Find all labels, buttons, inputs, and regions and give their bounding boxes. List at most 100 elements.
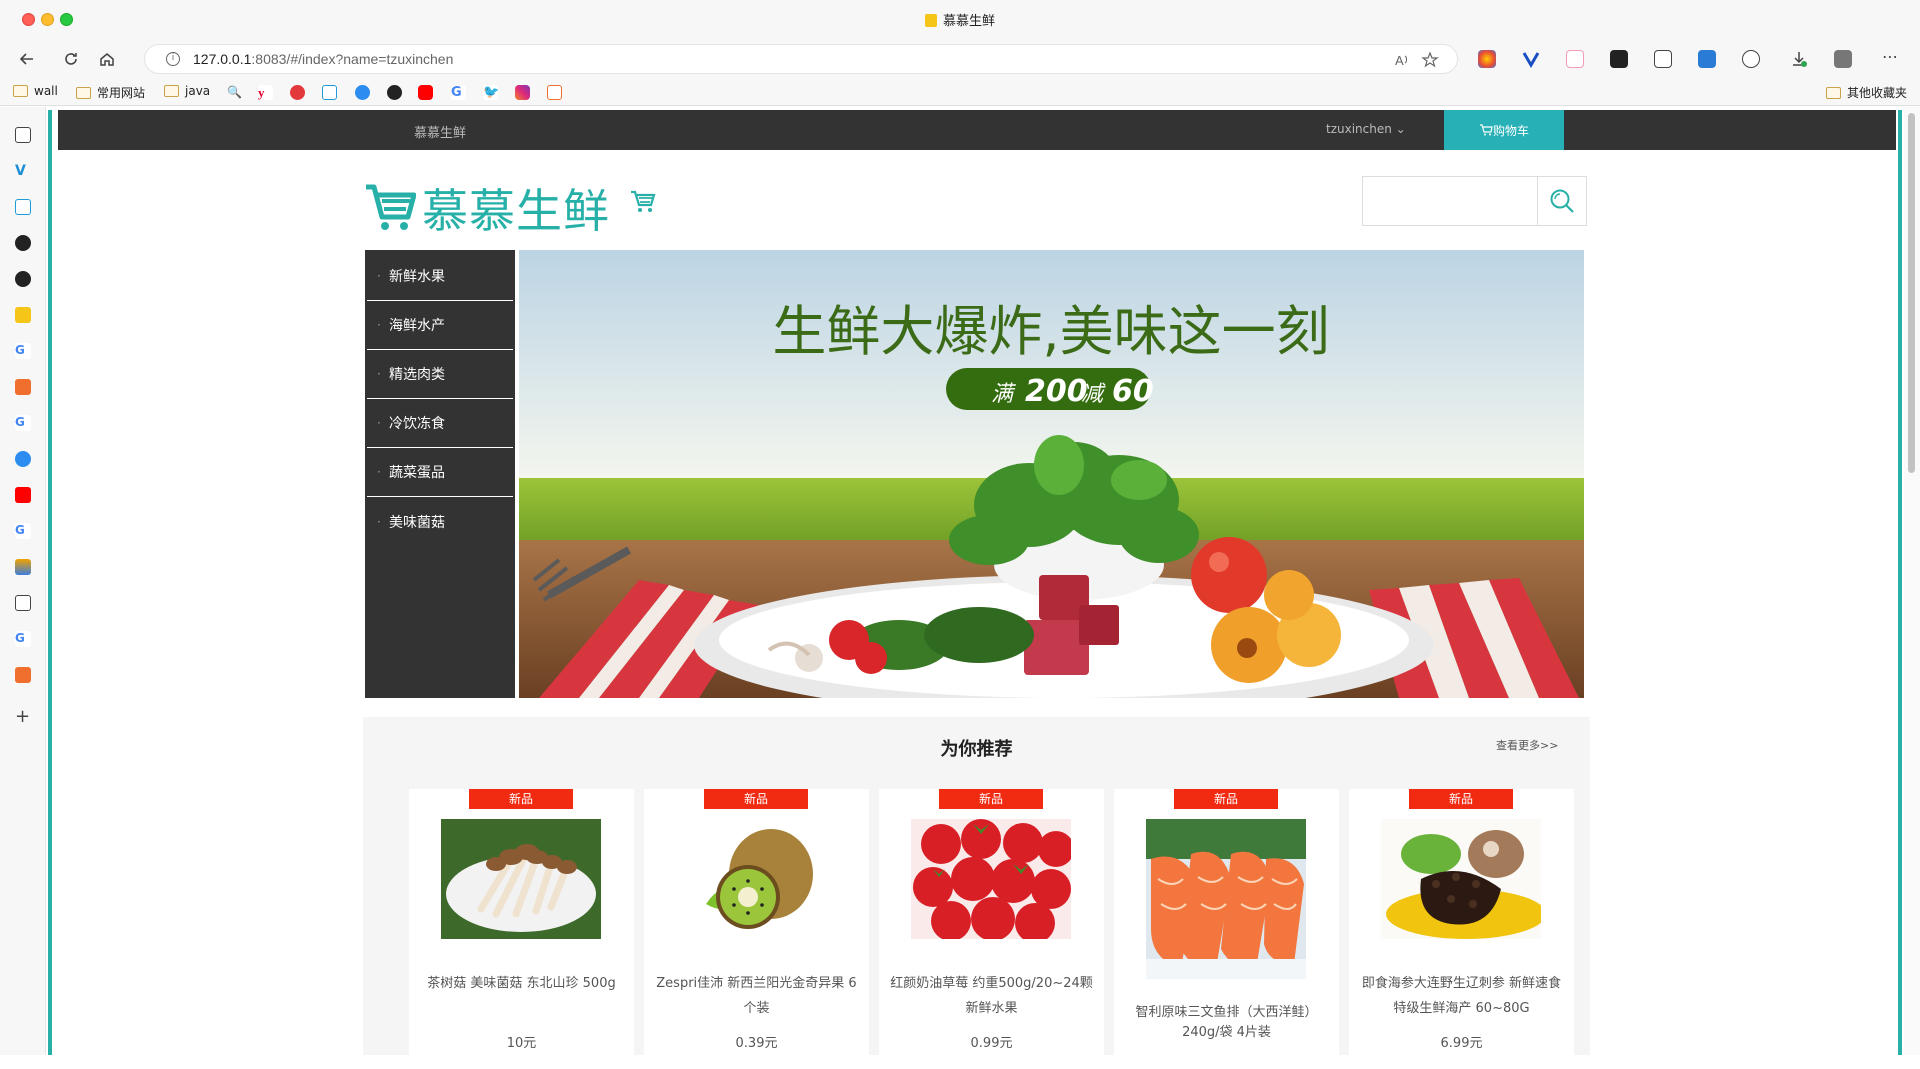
sidebar-bilibili-icon[interactable] — [15, 199, 31, 215]
new-badge: 新品 — [1409, 789, 1513, 809]
recommend-section: 为你推荐 查看更多>> 新品 茶树菇 美味菌菇 东北山珍 500g 10元 新品… — [363, 717, 1590, 1069]
bookmark-weibo-icon[interactable] — [290, 85, 305, 100]
back-button[interactable] — [14, 46, 40, 72]
bookmark-search-icon[interactable]: 🔍 — [227, 85, 242, 100]
sidebar-stack-icon[interactable] — [15, 559, 31, 575]
sidebar-google-icon-4[interactable]: G — [15, 631, 31, 647]
bookmark-bilibili-icon[interactable] — [322, 85, 337, 100]
product-card[interactable]: 新品 Zespri佳沛 新西兰阳光金奇异果 6个装 0.39元 — [644, 789, 869, 1069]
sidebar-cloud-icon[interactable] — [15, 451, 31, 467]
search-button[interactable] — [1537, 176, 1587, 226]
url-path: :8083/#/index?name=tzuxinchen — [251, 51, 454, 67]
category-meat[interactable]: 精选肉类 — [367, 350, 513, 399]
browser-toolbar: i 127.0.0.1:8083/#/index?name=tzuxinchen… — [0, 40, 1920, 78]
product-name[interactable]: Zespri佳沛 新西兰阳光金奇异果 6个装 — [652, 971, 861, 1021]
add-tab-icon[interactable]: + — [15, 708, 31, 726]
bookmark-instagram-icon[interactable] — [515, 85, 530, 100]
bookmarks-bar: wall 常用网站 java 🔍 y G 🐦 其他收藏夹 — [0, 78, 1920, 106]
bookmark-folder-common[interactable]: 常用网站 — [76, 84, 145, 101]
collections-icon[interactable] — [1654, 50, 1672, 68]
reload-icon — [65, 53, 77, 65]
extension-s-icon[interactable] — [1698, 50, 1716, 68]
category-vegetables-eggs[interactable]: 蔬菜蛋品 — [367, 448, 513, 497]
folder-icon — [76, 86, 91, 99]
sidebar-github-icon-2[interactable] — [15, 271, 31, 287]
cart-button[interactable]: 购物车 — [1444, 110, 1564, 150]
bookmark-y-icon[interactable]: y — [258, 85, 273, 100]
site-logo[interactable]: 慕慕生鲜 — [364, 180, 610, 238]
recommend-title: 为你推荐 — [940, 739, 1013, 760]
sidebar-github-icon[interactable] — [15, 235, 31, 251]
favorite-star-icon[interactable] — [1421, 51, 1439, 69]
profile-avatar[interactable] — [1834, 50, 1852, 68]
sidebar-google-icon[interactable]: G — [15, 343, 31, 359]
window-title: 慕慕生鲜 — [0, 10, 1920, 29]
product-card[interactable]: 新品 茶树菇 美味菌菇 东北山珍 500g 10元 — [409, 789, 634, 1069]
view-more-link[interactable]: 查看更多>> — [1496, 737, 1558, 753]
extension-store-icon[interactable] — [1610, 50, 1628, 68]
sidebar-google-icon-2[interactable]: G — [15, 415, 31, 431]
more-menu-icon[interactable]: ⋯ — [1882, 47, 1898, 66]
extensions-puzzle-icon[interactable] — [1742, 50, 1760, 68]
extension-color-icon[interactable] — [1478, 50, 1496, 68]
downloads-icon[interactable] — [1790, 50, 1808, 68]
extension-v-icon[interactable] — [1522, 50, 1540, 68]
bookmark-label: 其他收藏夹 — [1847, 86, 1908, 100]
folder-icon — [1826, 86, 1841, 99]
product-name[interactable]: 即食海参大连野生辽刺参 新鲜速食 特级生鲜海产 60~80G — [1357, 971, 1566, 1021]
logo-text: 慕慕生鲜 — [422, 184, 610, 238]
read-aloud-icon[interactable]: A — [1393, 51, 1411, 69]
bookmark-folder-wall[interactable]: wall — [13, 84, 58, 98]
new-badge: 新品 — [939, 789, 1043, 809]
address-bar[interactable]: i 127.0.0.1:8083/#/index?name=tzuxinchen… — [144, 44, 1458, 74]
site-top-nav: 慕慕生鲜 tzuxinchen ⌄ 购物车 — [58, 110, 1896, 150]
new-badge: 新品 — [704, 789, 808, 809]
mini-cart-icon[interactable] — [630, 190, 656, 218]
product-price: 10元 — [506, 1036, 537, 1051]
page-right-border — [1898, 110, 1902, 1055]
category-mushroom[interactable]: 美味菌菇 — [367, 497, 513, 546]
user-menu[interactable]: tzuxinchen ⌄ — [1326, 122, 1406, 136]
top-nav-brand[interactable]: 慕慕生鲜 — [414, 122, 466, 141]
scrollbar-thumb[interactable] — [1908, 113, 1915, 473]
tab-actions-icon[interactable] — [15, 127, 31, 143]
home-icon — [100, 53, 114, 66]
product-card[interactable]: 新品 智利原味三文鱼排（大西洋鲑）240g/袋 4片装 — [1114, 789, 1339, 1069]
bookmark-code-icon[interactable] — [547, 85, 562, 100]
bookmark-github-icon[interactable] — [387, 85, 402, 100]
sidebar-google-icon-3[interactable]: G — [15, 523, 31, 539]
sidebar-active-tab-icon[interactable] — [15, 307, 31, 323]
category-fruit[interactable]: 新鲜水果 — [367, 252, 513, 301]
site-info-icon[interactable]: i — [166, 52, 180, 66]
bookmark-youtube-icon[interactable] — [418, 85, 433, 100]
sidebar-c-icon[interactable] — [15, 379, 31, 395]
banner-promo-discount: 60 — [1112, 374, 1154, 409]
product-card[interactable]: 新品 即食海参大连野生辽刺参 新鲜速食 特级生鲜海产 60~80G 6.99元 — [1349, 789, 1574, 1069]
bookmark-folder-java[interactable]: java — [164, 84, 210, 98]
sidebar-document-icon[interactable] — [15, 595, 31, 611]
product-name[interactable]: 茶树菇 美味菌菇 东北山珍 500g — [417, 971, 626, 996]
bookmark-cloud-icon[interactable] — [355, 85, 370, 100]
bookmark-google-icon[interactable]: G — [451, 85, 466, 100]
url-text[interactable]: 127.0.0.1:8083/#/index?name=tzuxinchen — [193, 51, 453, 67]
promo-banner[interactable]: 生鲜大爆炸,美味这一刻 满 200 减 60 — [519, 250, 1584, 698]
browser-vertical-sidebar: V G G G G + — [0, 107, 46, 1055]
product-name[interactable]: 红颜奶油草莓 约重500g/20~24颗 新鲜水果 — [887, 971, 1096, 1021]
username: tzuxinchen — [1326, 122, 1392, 136]
bookmark-label: java — [185, 84, 211, 98]
sidebar-c-icon-2[interactable] — [15, 667, 31, 683]
bookmark-other-folder[interactable]: 其他收藏夹 — [1826, 84, 1907, 101]
product-name[interactable]: 智利原味三文鱼排（大西洋鲑）240g/袋 4片装 — [1122, 1003, 1331, 1043]
sidebar-v-icon[interactable]: V — [15, 163, 31, 179]
sidebar-youtube-icon[interactable] — [15, 487, 31, 503]
home-button[interactable] — [94, 46, 120, 72]
category-seafood[interactable]: 海鲜水产 — [367, 301, 513, 350]
folder-icon — [164, 85, 179, 97]
category-frozen[interactable]: 冷饮冻食 — [367, 399, 513, 448]
new-badge: 新品 — [469, 789, 573, 809]
chevron-down-icon: ⌄ — [1395, 122, 1406, 136]
product-card[interactable]: 新品 红颜奶油草莓 约重500g/20~24颗 新鲜水果 0.99元 — [879, 789, 1104, 1069]
bookmark-twitter-icon[interactable]: 🐦 — [483, 85, 499, 100]
reload-button[interactable] — [58, 46, 84, 72]
extension-cat-icon[interactable] — [1566, 50, 1584, 68]
